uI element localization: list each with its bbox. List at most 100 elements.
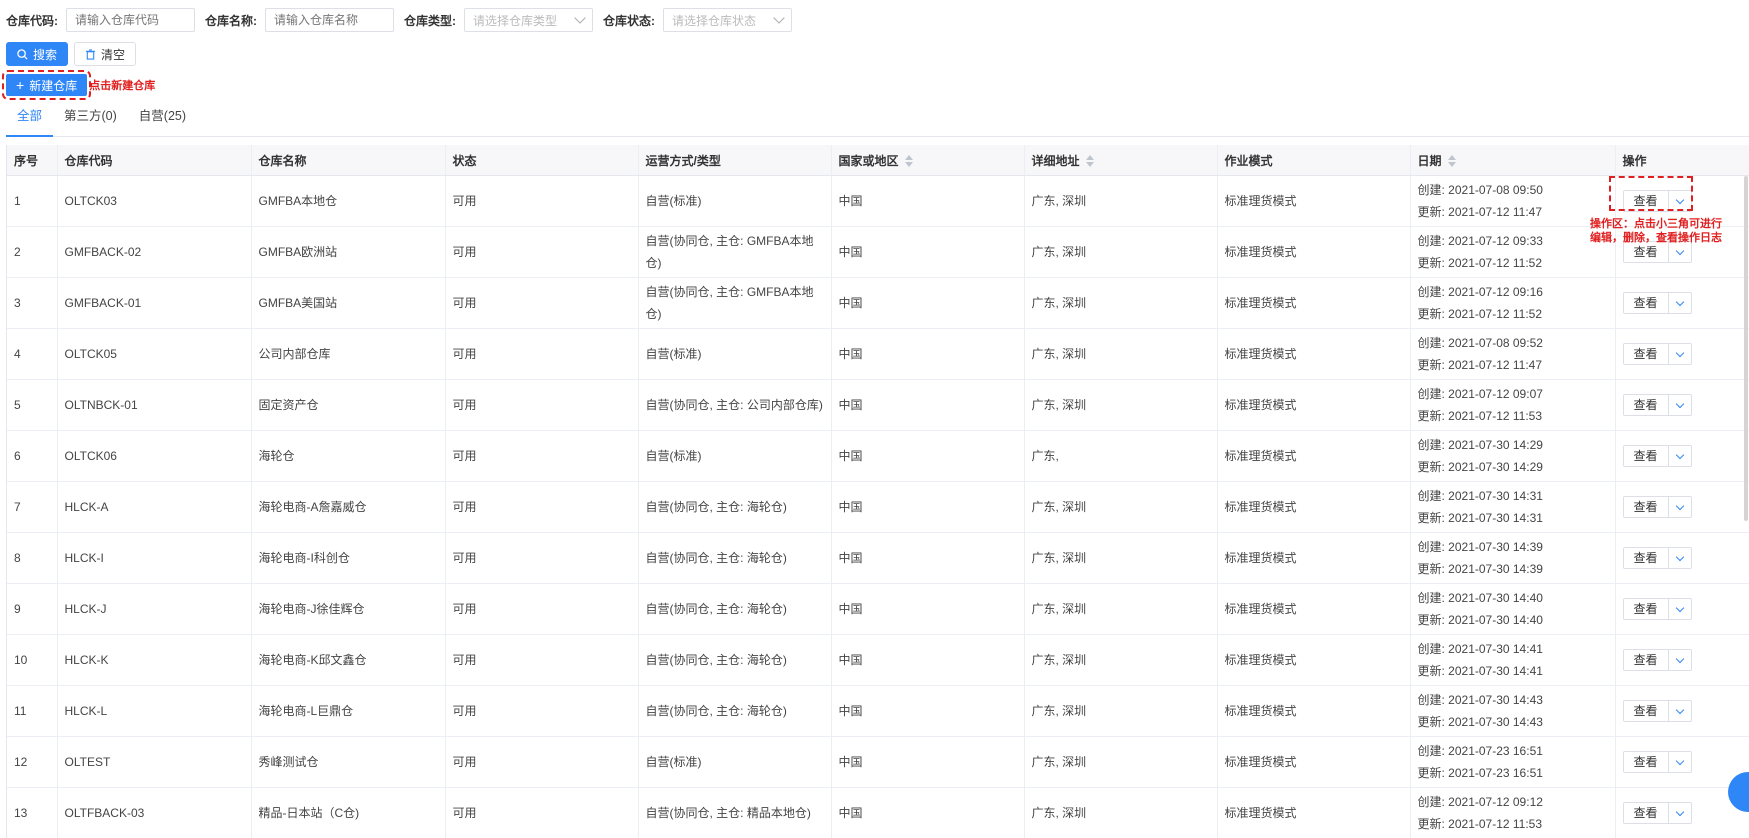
actions-cell: 查看 xyxy=(1615,736,1749,788)
updated-date: 更新: 2021-07-12 11:47 xyxy=(1417,205,1543,219)
col-status-header: 状态 xyxy=(445,145,639,176)
more-actions-dropdown[interactable] xyxy=(1669,650,1691,670)
mode-cell: 标准理货模式 xyxy=(1217,532,1411,584)
col-date-header[interactable]: 日期 xyxy=(1410,145,1616,176)
view-button[interactable]: 查看 xyxy=(1624,701,1669,721)
address-cell: 广东, 深圳 xyxy=(1024,787,1218,838)
view-split-button: 查看 xyxy=(1622,343,1692,365)
more-actions-dropdown[interactable] xyxy=(1669,242,1691,262)
name-cell: 公司内部仓库 xyxy=(251,328,446,380)
more-actions-dropdown[interactable] xyxy=(1669,191,1691,211)
status-cell: 可用 xyxy=(445,787,639,838)
index-cell: 1 xyxy=(7,175,58,227)
view-button[interactable]: 查看 xyxy=(1624,395,1669,415)
mode-cell: 标准理货模式 xyxy=(1217,481,1411,533)
address-cell: 广东, 深圳 xyxy=(1024,175,1218,227)
type-cell: 自营(标准) xyxy=(638,175,832,227)
table-row: 2 GMFBACK-02 GMFBA欧洲站 可用 自营(协同仓, 主仓: GMFBA本地… xyxy=(7,226,1749,278)
more-actions-dropdown[interactable] xyxy=(1669,446,1691,466)
name-cell: 海轮电商-L巨鼎仓 xyxy=(251,685,446,737)
view-split-button: 查看 xyxy=(1622,751,1692,773)
status-cell: 可用 xyxy=(445,379,639,431)
actions-annotation: 操作区：点击小三角可进行 编辑，删除，查看操作日志 xyxy=(1590,217,1722,245)
more-actions-dropdown[interactable] xyxy=(1669,701,1691,721)
tab-self-operated[interactable]: 自营(25) xyxy=(128,104,197,136)
warehouse-type-select[interactable]: 请选择仓库类型 xyxy=(464,8,593,32)
warehouse-status-select[interactable]: 请选择仓库状态 xyxy=(663,8,792,32)
more-actions-dropdown[interactable] xyxy=(1669,548,1691,568)
name-cell: 海轮电商-A詹嘉威仓 xyxy=(251,481,446,533)
address-cell: 广东, 深圳 xyxy=(1024,685,1218,737)
tab-third-party[interactable]: 第三方(0) xyxy=(53,104,128,136)
view-button[interactable]: 查看 xyxy=(1624,752,1669,772)
more-actions-dropdown[interactable] xyxy=(1669,395,1691,415)
name-cell: 海轮电商-I科创仓 xyxy=(251,532,446,584)
table-scrollbar[interactable] xyxy=(1744,176,1748,521)
name-cell: GMFBA本地仓 xyxy=(251,175,446,227)
more-actions-dropdown[interactable] xyxy=(1669,752,1691,772)
country-cell: 中国 xyxy=(831,328,1025,380)
country-cell: 中国 xyxy=(831,277,1025,329)
col-actions-header: 操作 xyxy=(1615,145,1749,176)
tab-all[interactable]: 全部 xyxy=(6,104,54,137)
more-actions-dropdown[interactable] xyxy=(1669,293,1691,313)
table-body: 1 OLTCK03 GMFBA本地仓 可用 自营(标准) 中国 广东, 深圳 标准理货模式 创建… xyxy=(7,175,1749,838)
status-cell: 可用 xyxy=(445,634,639,686)
sort-icon[interactable] xyxy=(1085,155,1094,168)
view-button[interactable]: 查看 xyxy=(1624,191,1669,211)
date-cell: 创建: 2021-07-12 09:07 更新: 2021-07-12 11:53 xyxy=(1410,379,1616,431)
view-button[interactable]: 查看 xyxy=(1624,344,1669,364)
created-date: 创建: 2021-07-12 09:33 xyxy=(1417,234,1543,248)
created-date: 创建: 2021-07-30 14:31 xyxy=(1417,489,1543,503)
warehouse-code-input[interactable] xyxy=(66,8,195,32)
view-button[interactable]: 查看 xyxy=(1624,548,1669,568)
view-button[interactable]: 查看 xyxy=(1624,650,1669,670)
plus-icon: + xyxy=(16,77,25,93)
trash-icon xyxy=(85,48,96,60)
warehouse-type-placeholder: 请选择仓库类型 xyxy=(473,13,558,28)
view-button[interactable]: 查看 xyxy=(1624,446,1669,466)
warehouse-status-label: 仓库状态: xyxy=(603,13,655,28)
index-cell: 12 xyxy=(7,736,58,788)
created-date: 创建: 2021-07-12 09:07 xyxy=(1417,387,1543,401)
name-cell: GMFBA美国站 xyxy=(251,277,446,329)
code-cell: HLCK-A xyxy=(57,481,252,533)
table-row: 11 HLCK-L 海轮电商-L巨鼎仓 可用 自营(协同仓, 主仓: 海轮仓) 中国 广东,… xyxy=(7,685,1749,737)
chevron-down-icon xyxy=(1675,654,1684,663)
chevron-down-icon xyxy=(1675,195,1684,204)
warehouse-type-label: 仓库类型: xyxy=(404,13,456,28)
warehouse-name-input[interactable] xyxy=(265,8,394,32)
new-warehouse-button[interactable]: + 新建仓库 xyxy=(1,70,92,100)
view-button[interactable]: 查看 xyxy=(1624,803,1669,823)
view-button[interactable]: 查看 xyxy=(1624,293,1669,313)
chevron-down-icon xyxy=(1675,501,1684,510)
sort-icon[interactable] xyxy=(1447,155,1456,168)
search-button[interactable]: 搜索 xyxy=(6,42,69,66)
col-index-header: 序号 xyxy=(7,145,58,176)
code-cell: OLTCK03 xyxy=(57,175,252,227)
view-button[interactable]: 查看 xyxy=(1624,599,1669,619)
status-cell: 可用 xyxy=(445,328,639,380)
more-actions-dropdown[interactable] xyxy=(1669,344,1691,364)
view-button[interactable]: 查看 xyxy=(1624,497,1669,517)
updated-date: 更新: 2021-07-12 11:53 xyxy=(1417,817,1543,831)
more-actions-dropdown[interactable] xyxy=(1669,803,1691,823)
type-cell: 自营(协同仓, 主仓: 海轮仓) xyxy=(638,685,832,737)
col-name-header: 仓库名称 xyxy=(251,145,446,176)
index-cell: 4 xyxy=(7,328,58,380)
country-cell: 中国 xyxy=(831,736,1025,788)
view-button[interactable]: 查看 xyxy=(1624,242,1669,262)
updated-date: 更新: 2021-07-12 11:47 xyxy=(1417,358,1543,372)
sort-icon[interactable] xyxy=(904,155,913,168)
col-address-header[interactable]: 详细地址 xyxy=(1024,145,1218,176)
more-actions-dropdown[interactable] xyxy=(1669,599,1691,619)
more-actions-dropdown[interactable] xyxy=(1669,497,1691,517)
code-cell: OLTEST xyxy=(57,736,252,788)
updated-date: 更新: 2021-07-30 14:39 xyxy=(1417,562,1543,576)
created-date: 创建: 2021-07-30 14:29 xyxy=(1417,438,1543,452)
view-split-button: 查看 xyxy=(1622,649,1692,671)
clear-button[interactable]: 清空 xyxy=(74,42,137,66)
country-cell: 中国 xyxy=(831,532,1025,584)
col-country-header[interactable]: 国家或地区 xyxy=(831,145,1025,176)
address-cell: 广东, 深圳 xyxy=(1024,532,1218,584)
